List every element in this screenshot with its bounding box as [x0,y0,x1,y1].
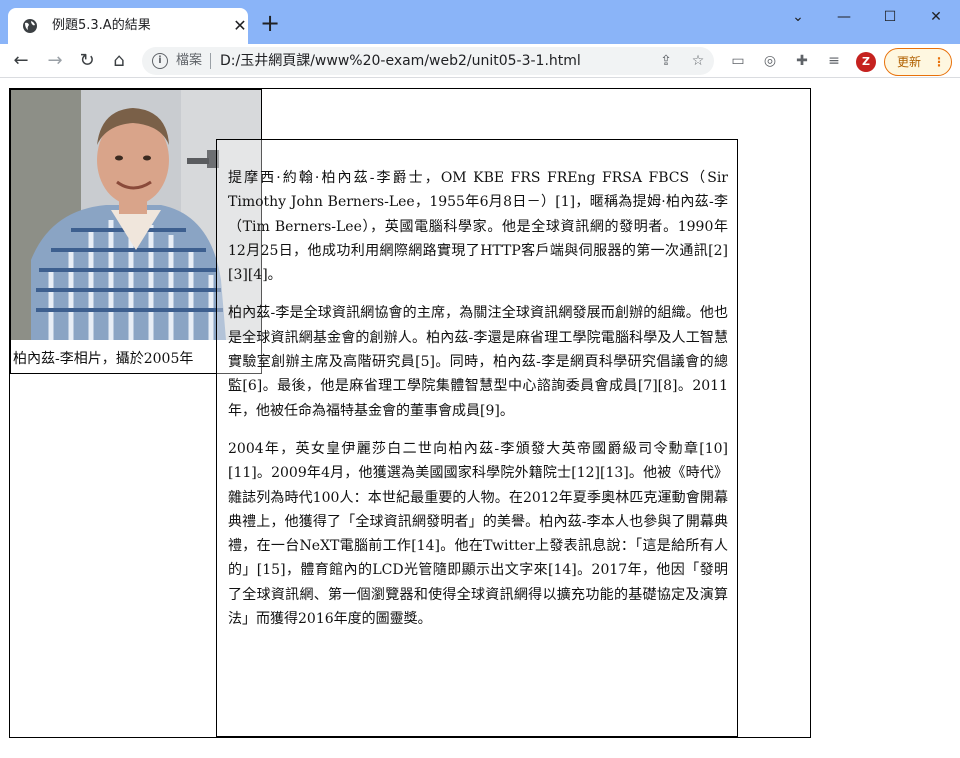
puzzle-icon[interactable]: ✚ [792,51,812,71]
address-bar[interactable]: i 檔案 D:/玉井網頁課/www%20-exam/web2/unit05-3-… [142,47,714,75]
bookmark-star-icon[interactable]: ☆ [688,51,708,71]
title-bar: 例題5.3.A的結果 ✕ + ⌄ — ☐ ✕ [0,0,960,44]
reload-icon[interactable]: ↻ [74,49,100,73]
media-control-icon[interactable]: ≡ [824,51,844,71]
browser-tab[interactable]: 例題5.3.A的結果 ✕ [8,8,248,44]
more-menu-icon[interactable]: ⋮ [933,54,945,70]
close-window-button[interactable]: ✕ [914,4,958,30]
photo-caption: 柏內茲-李相片，攝於2005年 [13,351,194,367]
maximize-button[interactable]: ☐ [868,4,912,30]
update-label: 更新 [897,55,922,69]
home-icon[interactable]: ⌂ [106,49,132,73]
article-container: 提摩西·約翰·柏內茲-李爵士，OM KBE FRS FREng FRSA FBC… [216,139,738,737]
file-label: 檔案 [176,53,203,68]
chat-extension-icon[interactable]: ▭ [728,51,748,71]
tab-title: 例題5.3.A的結果 [52,18,151,33]
update-button[interactable]: 更新 ⋮ [884,48,952,76]
article-text: 提摩西·約翰·柏內茲-李爵士，OM KBE FRS FREng FRSA FBC… [228,166,728,645]
minimize-button[interactable]: — [822,4,866,30]
extension-icon[interactable]: ◎ [760,51,780,71]
back-icon[interactable]: ← [8,49,34,73]
paragraph: 柏內茲-李是全球資訊網協會的主席，為關注全球資訊網發展而創辦的組織。他也是全球資… [228,305,728,419]
forward-icon[interactable]: → [42,49,68,73]
avatar[interactable]: Z [856,52,876,72]
share-icon[interactable]: ⇪ [656,51,676,71]
tab-close-icon[interactable]: ✕ [230,16,250,36]
globe-icon [23,19,37,33]
url-text[interactable]: D:/玉井網頁課/www%20-exam/web2/unit05-3-1.htm… [220,53,581,69]
divider [210,53,211,69]
page-content: 柏內茲-李相片，攝於2005年 提摩西·約翰·柏內茲-李爵士，OM KBE FR… [0,78,960,758]
new-tab-button[interactable]: + [258,11,282,36]
paragraph: 提摩西·約翰·柏內茲-李爵士，OM KBE FRS FREng FRSA FBC… [228,170,728,284]
tab-search-icon[interactable]: ⌄ [776,4,820,30]
browser-toolbar: ← → ↻ ⌂ i 檔案 D:/玉井網頁課/www%20-exam/web2/u… [0,44,960,78]
paragraph: 2004年，英女皇伊麗莎白二世向柏內茲-李頒發大英帝國爵級司令勳章[10][11… [228,440,728,628]
info-icon[interactable]: i [152,53,168,69]
